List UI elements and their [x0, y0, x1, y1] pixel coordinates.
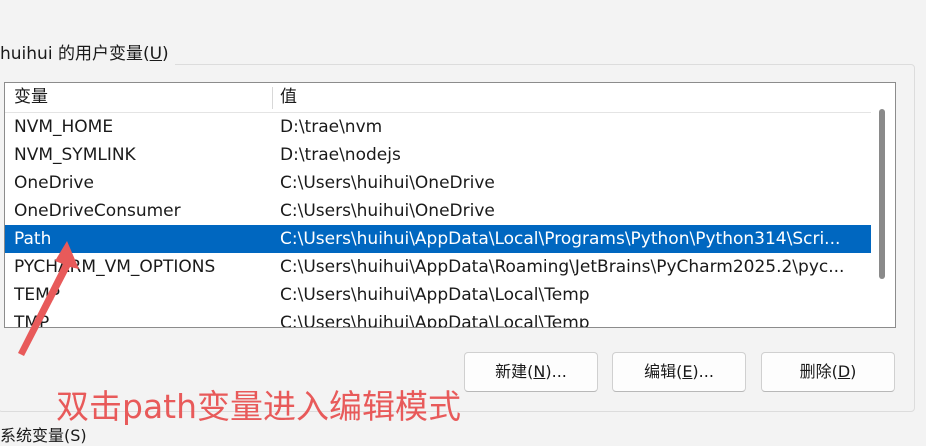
table-row[interactable]: TMP C:\Users\huihui\AppData\Local\Temp — [5, 309, 871, 327]
variable-name: OneDriveConsumer — [14, 201, 181, 221]
variable-name: NVM_HOME — [14, 117, 114, 137]
variable-name: TEMP — [14, 285, 61, 305]
variable-value: C:\Users\huihui\AppData\Roaming\JetBrain… — [280, 257, 845, 277]
column-header-value[interactable]: 值 — [280, 83, 297, 112]
user-variables-title: huihui 的用户变量(U) — [0, 42, 175, 66]
variable-value: C:\Users\huihui\AppData\Local\Programs\P… — [280, 229, 841, 249]
table-row[interactable]: OneDrive C:\Users\huihui\OneDrive — [5, 169, 871, 197]
scrollbar-thumb[interactable] — [879, 109, 885, 279]
edit-variable-button[interactable]: 编辑(E)... — [612, 352, 746, 392]
table-row[interactable]: NVM_SYMLINK D:\trae\nodejs — [5, 141, 871, 169]
list-header: 变量 值 — [5, 83, 871, 113]
vertical-scrollbar[interactable] — [873, 83, 895, 327]
variable-value: D:\trae\nodejs — [280, 145, 401, 165]
variable-value: D:\trae\nvm — [280, 117, 383, 137]
variable-value: C:\Users\huihui\OneDrive — [280, 173, 495, 193]
table-row[interactable]: OneDriveConsumer C:\Users\huihui\OneDrive — [5, 197, 871, 225]
variable-name: Path — [14, 229, 52, 249]
table-row[interactable]: Path C:\Users\huihui\AppData\Local\Progra… — [5, 225, 871, 253]
variable-name: OneDrive — [14, 173, 94, 193]
table-row[interactable]: TEMP C:\Users\huihui\AppData\Local\Temp — [5, 281, 871, 309]
user-variables-list[interactable]: 变量 值 NVM_HOME D:\trae\nvm NVM_SYMLINK D:\tr… — [4, 82, 896, 328]
delete-variable-button[interactable]: 删除(D) — [761, 352, 895, 392]
variable-value: C:\Users\huihui\AppData\Local\Temp — [280, 285, 590, 305]
list-rows: NVM_HOME D:\trae\nvm NVM_SYMLINK D:\trae\no… — [5, 113, 871, 327]
column-divider[interactable] — [272, 87, 273, 109]
table-row[interactable]: PYCHARM_VM_OPTIONS C:\Users\huihui\AppDat… — [5, 253, 871, 281]
variable-name: NVM_SYMLINK — [14, 145, 136, 165]
new-variable-button[interactable]: 新建(N)... — [464, 352, 598, 392]
variable-value: C:\Users\huihui\AppData\Local\Temp — [280, 313, 590, 327]
variable-value: C:\Users\huihui\OneDrive — [280, 201, 495, 221]
variable-name: PYCHARM_VM_OPTIONS — [14, 257, 216, 277]
annotation-text: 双击path变量进入编辑模式 — [56, 387, 462, 426]
column-header-variable[interactable]: 变量 — [14, 83, 48, 112]
variable-name: TMP — [14, 313, 50, 327]
table-row[interactable]: NVM_HOME D:\trae\nvm — [5, 113, 871, 141]
